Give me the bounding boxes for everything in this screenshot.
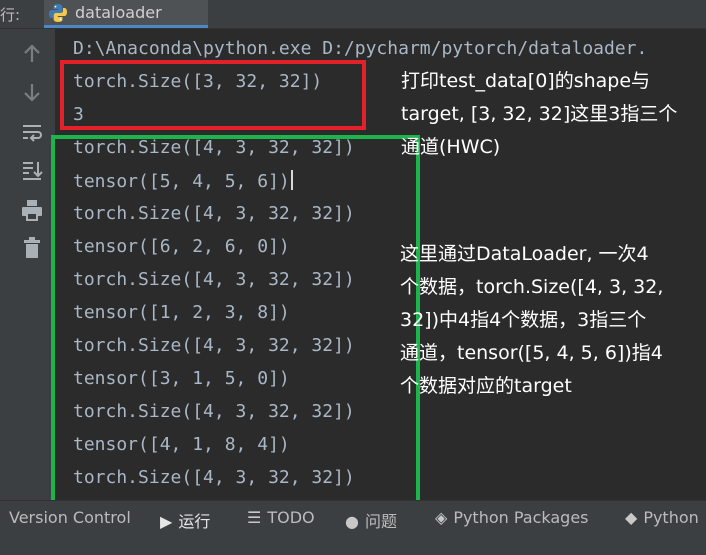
python-packages-button[interactable]: ◈ Python Packages: [435, 508, 589, 527]
soft-wrap-icon[interactable]: [19, 119, 45, 145]
note-line: 这里通过DataLoader, 一次4: [400, 243, 649, 265]
layers-icon: ◈: [435, 508, 448, 527]
tab-dataloader[interactable]: dataloader: [44, 0, 208, 28]
bottom-item-label: 问题: [364, 512, 397, 531]
red-annotation-note: 打印test_data[0]的shape与 target, [3, 32, 32…: [401, 65, 677, 164]
bottom-item-label: 运行: [178, 512, 211, 531]
red-highlight-box: [60, 60, 366, 130]
python-icon: ◆: [625, 508, 638, 527]
python-icon: [48, 3, 68, 23]
todo-button[interactable]: ☰ TODO: [247, 508, 315, 527]
note-line: 打印test_data[0]的shape与: [401, 70, 651, 92]
print-icon[interactable]: [19, 197, 45, 223]
scroll-to-end-icon[interactable]: [19, 157, 45, 183]
info-icon: ●: [345, 512, 359, 531]
note-line: 个数据对应的target: [400, 375, 572, 397]
bottom-item-label: Version Control: [9, 508, 131, 527]
tool-window-bar: Version Control ▶ 运行 ☰ TODO ● 问题 ◈ Python Pa…: [0, 500, 706, 555]
problems-button[interactable]: ● 问题: [345, 508, 397, 532]
play-icon: ▶: [160, 512, 173, 531]
run-tool-strip: [0, 29, 55, 500]
note-line: 通道(HWC): [401, 136, 501, 158]
editor-tab-bar: 行: dataloader: [0, 0, 706, 29]
bottom-item-label: TODO: [267, 508, 315, 527]
trash-icon[interactable]: [19, 235, 45, 261]
green-annotation-note: 这里通过DataLoader, 一次4 个数据，torch.Size([4, 3…: [400, 238, 663, 403]
command-line: D:\Anaconda\python.exe D:/pycharm/pytorc…: [73, 38, 648, 59]
tab-label: dataloader: [75, 3, 162, 22]
arrow-up-icon[interactable]: [19, 41, 45, 67]
note-line: 通道，tensor([5, 4, 5, 6])指4: [400, 342, 663, 364]
bottom-item-label: Python: [643, 508, 699, 527]
arrow-down-icon[interactable]: [19, 79, 45, 105]
note-line: 32])中4指4个数据，3指三个: [400, 309, 647, 331]
green-highlight-box: [51, 135, 420, 507]
version-control-button[interactable]: Version Control: [9, 508, 131, 527]
note-line: target, [3, 32, 32]这里3指三个: [401, 103, 678, 125]
note-line: 个数据，torch.Size([4, 3, 32,: [400, 276, 664, 298]
list-icon: ☰: [247, 508, 262, 527]
python-console-button[interactable]: ◆ Python: [625, 508, 699, 527]
bottom-item-label: Python Packages: [453, 508, 589, 527]
run-label: 行:: [0, 6, 21, 24]
run-button[interactable]: ▶ 运行: [160, 508, 210, 532]
